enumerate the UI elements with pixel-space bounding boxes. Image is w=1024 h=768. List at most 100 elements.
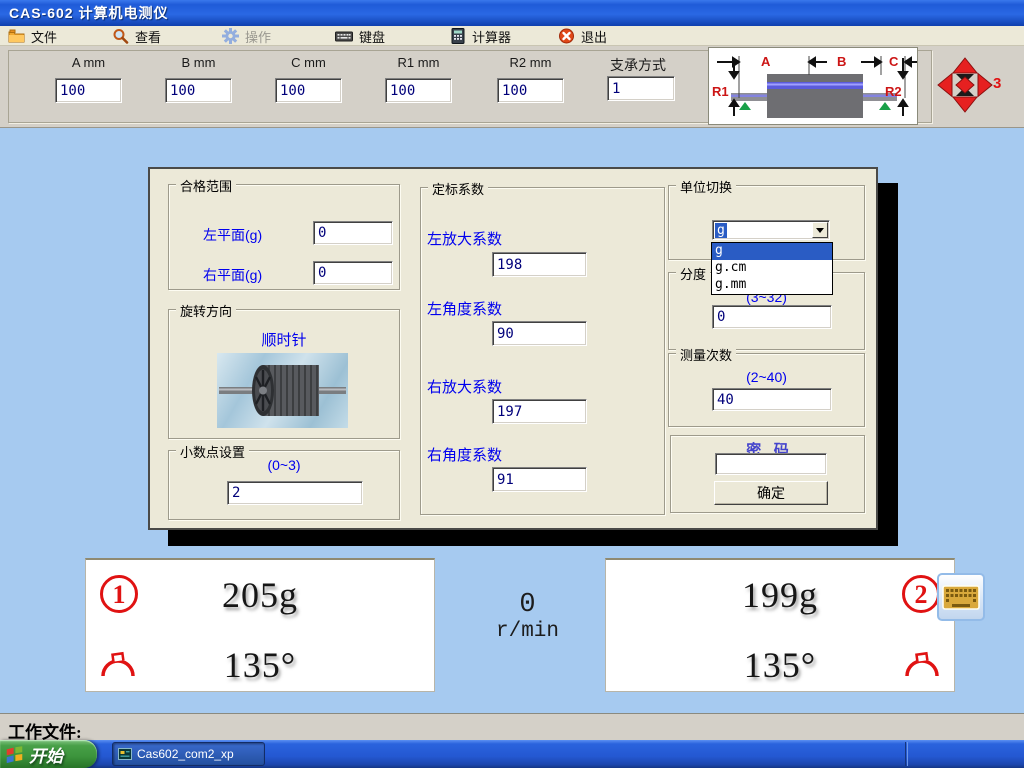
field-c-input[interactable] [275, 78, 342, 103]
window-title: CAS-602 计算机电测仪 [9, 3, 168, 23]
menu-item-operate: 操作 [222, 26, 271, 46]
graduation-input[interactable] [712, 305, 832, 329]
menu-item-label: 操作 [245, 27, 271, 46]
left-plane-input[interactable] [313, 221, 393, 245]
exit-icon [558, 28, 575, 44]
left-gain-input[interactable] [492, 252, 587, 277]
right-gain-label: 右放大系数 [427, 376, 502, 397]
menu-item-view[interactable]: 查看 [112, 26, 161, 46]
task-label: Cas602_com2_xp [137, 747, 234, 761]
field-b-label: B mm [165, 55, 232, 72]
nav-count: 3 [993, 75, 1001, 92]
chevron-down-icon [816, 228, 824, 233]
rotor-diagram-drawing: A B C R1 R2 [709, 48, 917, 124]
group-calibration-title: 定标系数 [428, 179, 488, 198]
tray-divider [905, 742, 908, 766]
decimal-input[interactable] [227, 481, 363, 505]
decimal-range-label: (0~3) [168, 457, 400, 473]
password-input[interactable] [715, 453, 827, 475]
readout-left-panel: 1 205g 135° [85, 558, 435, 692]
readout-right-panel: 2 199g 135° [605, 558, 955, 692]
calculator-icon [450, 28, 466, 44]
unit-option-g[interactable]: g [712, 243, 832, 260]
menu-item-label: 键盘 [359, 27, 385, 46]
field-a-label: A mm [55, 55, 122, 72]
taskbar: 开始 Cas602_com2_xp [0, 740, 1024, 768]
menu-item-keyboard[interactable]: 键盘 [335, 26, 385, 46]
windows-logo-icon [5, 745, 24, 764]
angle-marker-icon [99, 648, 137, 678]
group-rotation-title: 旋转方向 [176, 301, 236, 320]
speed-value: 0 [440, 590, 615, 620]
group-unit-title: 单位切换 [676, 177, 736, 196]
field-r1-label: R1 mm [385, 55, 452, 72]
ok-button[interactable]: 确定 [714, 481, 828, 505]
measure-range-label: (2~40) [668, 369, 865, 385]
dim-a-label: A [761, 54, 771, 69]
keyboard-icon [335, 28, 353, 44]
unit-option-gcm[interactable]: g.cm [712, 260, 832, 277]
search-icon [112, 28, 129, 44]
start-button[interactable]: 开始 [0, 740, 97, 768]
field-b-input[interactable] [165, 78, 232, 103]
speed-unit: r/min [440, 620, 615, 643]
field-c-label: C mm [275, 55, 342, 72]
unit-dropdown-list: g g.cm g.mm [711, 242, 833, 295]
application-window: CAS-602 计算机电测仪 文件 查看 操作 键盘 计算器 退出 [0, 0, 1024, 768]
field-r1-input[interactable] [385, 78, 452, 103]
menu-item-calculator[interactable]: 计算器 [450, 26, 511, 46]
left-gain-label: 左放大系数 [427, 228, 502, 249]
menu-item-file[interactable]: 文件 [8, 26, 57, 46]
field-r2-label: R2 mm [497, 55, 564, 72]
support-mode-input[interactable] [607, 76, 675, 101]
osk-button[interactable] [937, 573, 985, 621]
start-label: 开始 [29, 742, 63, 767]
rotation-direction-label: 顺时针 [168, 329, 400, 350]
angle-marker-icon [903, 648, 941, 678]
right-plane-input[interactable] [313, 261, 393, 285]
keyboard-icon [942, 585, 980, 610]
nav-arrows-icon[interactable] [937, 57, 993, 113]
group-measure-count-title: 测量次数 [676, 345, 736, 364]
unit-combobox[interactable]: g [712, 220, 830, 240]
rotor-dimension-diagram: A B C R1 R2 [708, 47, 918, 125]
right-plane-label: 右平面(g) [203, 265, 262, 285]
file-icon [8, 28, 25, 44]
left-angle-input[interactable] [492, 321, 587, 346]
field-r2-input[interactable] [497, 78, 564, 103]
dim-c-label: C [889, 54, 899, 69]
dim-b-label: B [837, 54, 846, 69]
left-angle-label: 左角度系数 [427, 298, 502, 319]
right-angle-input[interactable] [492, 467, 587, 492]
task-button[interactable]: Cas602_com2_xp [112, 742, 265, 766]
left-plane-label: 左平面(g) [203, 225, 262, 245]
group-graduation-title: 分度 [676, 264, 710, 283]
menu-item-exit[interactable]: 退出 [558, 26, 607, 46]
parameter-panel: A mm B mm C mm R1 mm R2 mm 支承方式 [0, 46, 1024, 128]
menu-item-label: 查看 [135, 27, 161, 46]
rotor-image [217, 353, 348, 428]
right-angle-value: 135° [606, 644, 954, 686]
measure-count-input[interactable] [712, 388, 832, 411]
dim-r1-label: R1 [712, 84, 729, 99]
menu-item-label: 文件 [31, 27, 57, 46]
unit-option-gmm[interactable]: g.mm [712, 277, 832, 294]
group-tolerance-title: 合格范围 [176, 176, 236, 195]
left-mass-value: 205g [86, 574, 434, 616]
status-bar: 工作文件: [0, 713, 1024, 740]
field-a-input[interactable] [55, 78, 122, 103]
gear-icon [222, 28, 239, 44]
settings-dialog: 合格范围 左平面(g) 右平面(g) 旋转方向 顺时针 [148, 167, 878, 530]
window-titlebar: CAS-602 计算机电测仪 [0, 0, 1024, 26]
support-mode-label: 支承方式 [596, 55, 680, 72]
speed-display: 0 r/min [440, 590, 615, 643]
rotor-drawing [217, 353, 348, 428]
unit-selected-value: g [715, 223, 727, 238]
menu-item-label: 退出 [581, 27, 607, 46]
combo-dropdown-button[interactable] [812, 222, 828, 238]
menu-item-label: 计算器 [472, 27, 511, 46]
right-angle-label: 右角度系数 [427, 444, 502, 465]
menu-bar: 文件 查看 操作 键盘 计算器 退出 [0, 26, 1024, 46]
app-icon [118, 747, 132, 761]
right-gain-input[interactable] [492, 399, 587, 424]
